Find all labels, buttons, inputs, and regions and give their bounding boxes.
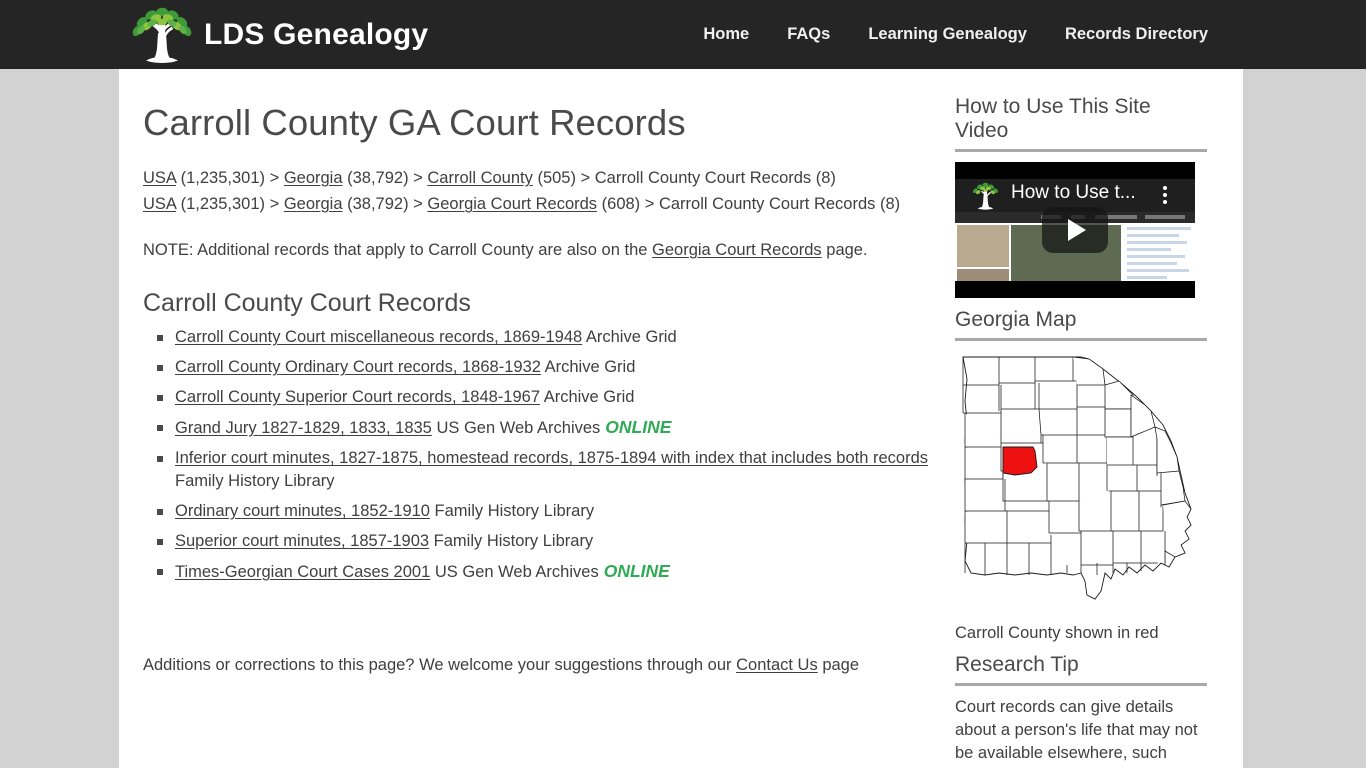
map-widget: Georgia Map Carroll County shown in red (955, 308, 1207, 643)
record-source: Archive Grid (540, 358, 636, 377)
record-title-link[interactable]: Ordinary court minutes, 1852-1910 (175, 502, 430, 520)
sidebar: How to Use This Site Video How to Use t.… (947, 69, 1243, 768)
carroll-county-highlight (1002, 446, 1038, 476)
georgia-map-svg (962, 356, 1192, 600)
suggestions-note: Additions or corrections to this page? W… (143, 652, 947, 678)
georgia-county-map-icon (955, 351, 1195, 618)
breadcrumb-text: (1,235,301) > (176, 169, 284, 188)
video-widget: How to Use This Site Video How to Use t.… (955, 95, 1207, 298)
online-badge: ONLINE (603, 561, 670, 582)
map-widget-title: Georgia Map (955, 308, 1077, 331)
site-header: LDS Genealogy Home FAQs Learning Genealo… (0, 0, 1366, 69)
record-source: Archive Grid (540, 388, 635, 407)
breadcrumb-row: USA (1,235,301) > Georgia (38,792) > Geo… (143, 191, 947, 217)
record-title-link[interactable]: Times-Georgian Court Cases 2001 (175, 563, 430, 581)
contact-us-link[interactable]: Contact Us (736, 656, 818, 674)
page-title: Carroll County GA Court Records (143, 102, 686, 143)
research-tip-text: Court records can give details about a p… (955, 698, 1198, 762)
breadcrumb-text: (38,792) > (342, 195, 428, 214)
note-prefix: NOTE: Additional records that apply to C… (143, 241, 653, 260)
main-content: Carroll County GA Court Records USA (1,2… (119, 69, 947, 768)
breadcrumb-text: (38,792) > (342, 169, 428, 188)
record-list-item: Superior court minutes, 1857-1903 Family… (143, 530, 947, 553)
suggestions-suffix: page (817, 656, 860, 675)
note-link-georgia-court-records[interactable]: Georgia Court Records (652, 241, 822, 259)
note-text: NOTE: Additional records that apply to C… (143, 237, 947, 263)
nav-item-records-directory[interactable]: Records Directory (1046, 25, 1227, 44)
breadcrumb-link[interactable]: Georgia (284, 169, 343, 187)
tree-logo-icon (132, 7, 192, 63)
record-title-link[interactable]: Inferior court minutes, 1827-1875, homes… (175, 449, 928, 467)
breadcrumb-row: USA (1,235,301) > Georgia (38,792) > Car… (143, 165, 947, 191)
breadcrumb: USA (1,235,301) > Georgia (38,792) > Car… (143, 165, 947, 217)
breadcrumb-link[interactable]: Carroll County (427, 169, 532, 187)
record-title-link[interactable]: Carroll County Court miscellaneous recor… (175, 328, 582, 346)
section-title: Carroll County Court Records (143, 289, 471, 318)
breadcrumb-link[interactable]: USA (143, 195, 176, 213)
brand-name: LDS Genealogy (204, 17, 429, 51)
note-suffix: page. (821, 241, 868, 260)
record-title-link[interactable]: Carroll County Superior Court records, 1… (175, 388, 540, 406)
nav-item-learning-genealogy[interactable]: Learning Genealogy (849, 25, 1046, 44)
content-shell: Carroll County GA Court Records USA (1,2… (119, 69, 1243, 768)
widget-divider (955, 683, 1207, 686)
play-button-icon[interactable] (1042, 207, 1108, 253)
record-title-link[interactable]: Carroll County Ordinary Court records, 1… (175, 358, 541, 376)
record-list-item: Grand Jury 1827-1829, 1833, 1835 US Gen … (143, 416, 947, 440)
record-source: Archive Grid (582, 328, 677, 347)
record-source: Family History Library (429, 532, 594, 551)
kebab-menu-icon[interactable] (1163, 186, 1167, 207)
photo-thumb (957, 225, 1009, 267)
record-source: US Gen Web Archives (431, 419, 601, 438)
widget-divider (955, 338, 1207, 341)
video-player-title: How to Use t... (1011, 182, 1136, 203)
breadcrumb-text: (608) > Carroll County Court Records (8) (597, 195, 901, 214)
records-list: Carroll County Court miscellaneous recor… (143, 326, 947, 584)
online-badge: ONLINE (605, 417, 672, 438)
tree-logo-icon (972, 182, 999, 210)
map-caption: Carroll County shown in red (955, 624, 1159, 642)
breadcrumb-link[interactable]: Georgia (284, 195, 343, 213)
main-nav: Home FAQs Learning Genealogy Records Dir… (684, 25, 1227, 44)
suggestions-prefix: Additions or corrections to this page? W… (143, 656, 737, 675)
breadcrumb-link[interactable]: Georgia Court Records (427, 195, 597, 213)
record-list-item: Carroll County Court miscellaneous recor… (143, 326, 947, 349)
photo-thumb (957, 269, 1009, 281)
record-title-link[interactable]: Superior court minutes, 1857-1903 (175, 532, 429, 550)
nav-item-home[interactable]: Home (684, 25, 768, 44)
breadcrumb-link[interactable]: USA (143, 169, 176, 187)
record-source: Family History Library (429, 502, 595, 521)
nav-item-faqs[interactable]: FAQs (768, 25, 849, 44)
research-tip-title: Research Tip (955, 653, 1079, 676)
record-list-item: Carroll County Superior Court records, 1… (143, 386, 947, 409)
record-list-item: Carroll County Ordinary Court records, 1… (143, 356, 947, 379)
play-triangle (1068, 219, 1086, 241)
record-source: US Gen Web Archives (430, 563, 599, 582)
breadcrumb-text: (505) > Carroll County Court Records (8) (532, 169, 836, 188)
widget-divider (955, 149, 1207, 152)
video-thumb-text-column (1127, 227, 1191, 281)
video-widget-title: How to Use This Site Video (955, 95, 1151, 142)
breadcrumb-text: (1,235,301) > (176, 195, 284, 214)
research-tip-widget: Research Tip Court records can give deta… (955, 653, 1207, 765)
brand-link[interactable]: LDS Genealogy (128, 7, 428, 63)
record-list-item: Inferior court minutes, 1827-1875, homes… (143, 447, 947, 493)
record-title-link[interactable]: Grand Jury 1827-1829, 1833, 1835 (175, 419, 432, 437)
record-list-item: Times-Georgian Court Cases 2001 US Gen W… (143, 560, 947, 584)
record-list-item: Ordinary court minutes, 1852-1910 Family… (143, 500, 947, 523)
record-source: Family History Library (175, 472, 335, 491)
video-player[interactable]: How to Use t... (955, 162, 1195, 298)
page-root: LDS Genealogy Home FAQs Learning Genealo… (0, 0, 1366, 768)
